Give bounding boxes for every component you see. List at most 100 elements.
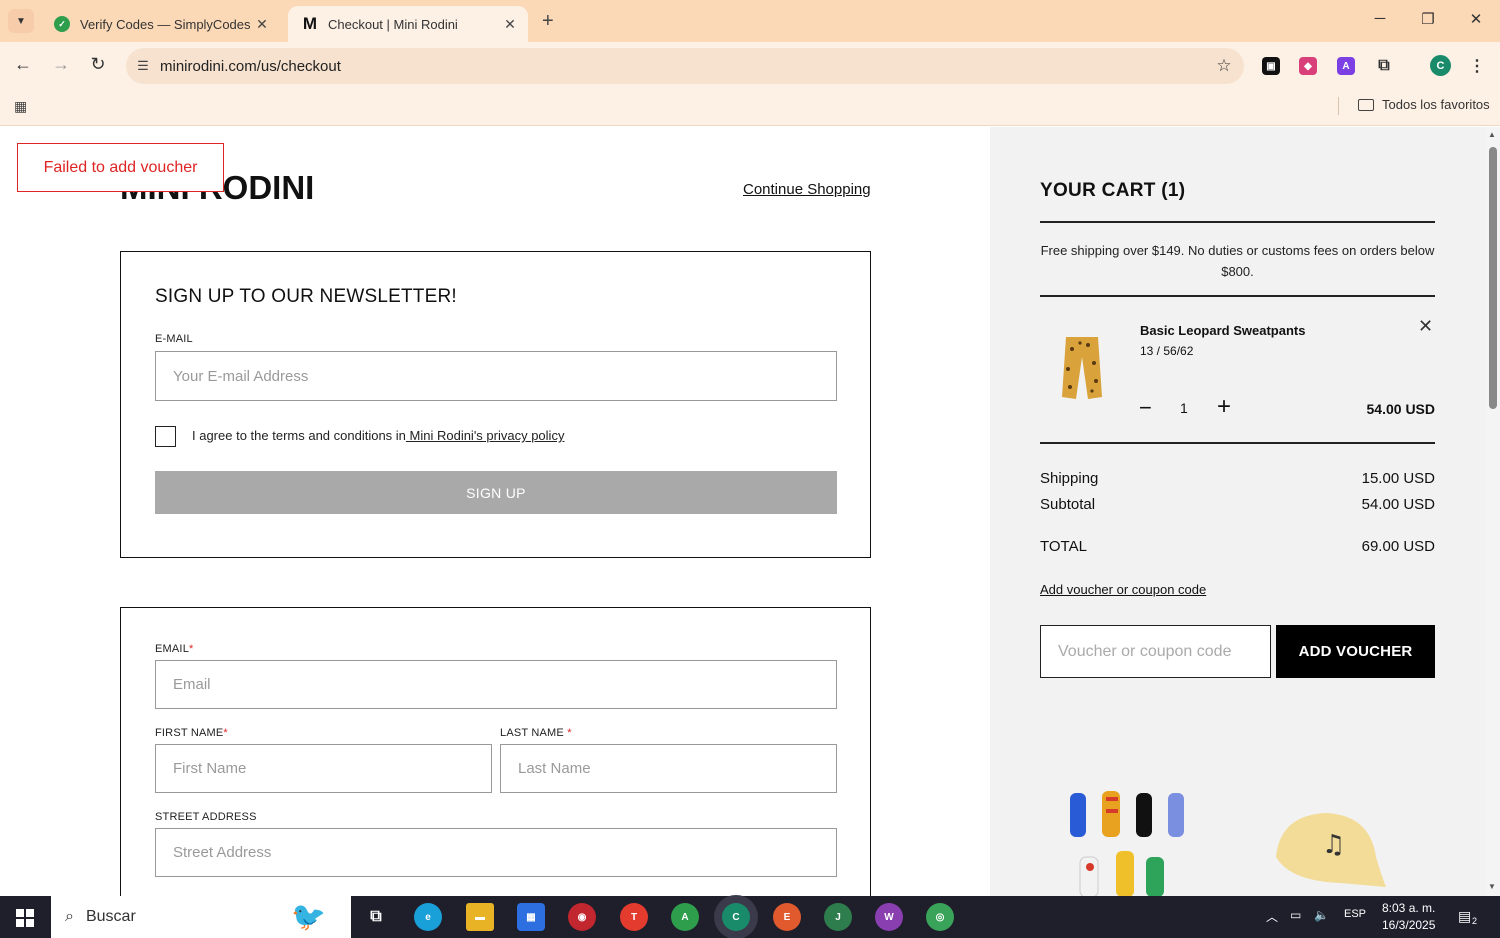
tab-search-button[interactable]: ▼: [8, 9, 34, 33]
total-value: 69.00 USD: [1361, 538, 1435, 555]
volume-icon[interactable]: 🔈: [1314, 908, 1329, 922]
minimize-icon[interactable]: ─: [1360, 10, 1400, 27]
address-form-box: EMAIL* Email FIRST NAME* First Name LAST…: [120, 607, 871, 896]
close-tab-icon[interactable]: ✕: [502, 16, 518, 33]
close-window-icon[interactable]: ✕: [1456, 10, 1496, 28]
remove-item-icon[interactable]: ✕: [1418, 316, 1433, 337]
continue-shopping-link[interactable]: Continue Shopping: [743, 181, 871, 198]
chrome-icon[interactable]: ◎: [926, 903, 954, 931]
bookmarks-divider: [1338, 97, 1339, 115]
taskbar-search[interactable]: ⌕ Buscar 🐦: [51, 896, 351, 938]
newsletter-title: SIGN UP TO OUR NEWSLETTER!: [155, 286, 457, 307]
reload-icon[interactable]: ↻: [86, 54, 110, 75]
clock[interactable]: 8:03 a. m. 16/3/2025: [1382, 900, 1435, 934]
all-bookmarks-folder[interactable]: Todos los favoritos: [1358, 97, 1490, 112]
all-bookmarks-label: Todos los favoritos: [1382, 97, 1490, 112]
bookmark-star-icon[interactable]: ☆: [1204, 56, 1244, 76]
product-price: 54.00 USD: [1366, 401, 1435, 417]
newsletter-box: SIGN UP TO OUR NEWSLETTER! E-MAIL Your E…: [120, 251, 871, 558]
mini-rodini-favicon-icon: M: [302, 14, 318, 33]
app-icon[interactable]: ◉: [568, 903, 596, 931]
chrome-profile-j-icon[interactable]: J: [824, 903, 852, 931]
add-voucher-button[interactable]: ADD VOUCHER: [1276, 625, 1435, 678]
divider: [1040, 442, 1435, 444]
network-icon[interactable]: ▭: [1290, 908, 1301, 922]
notification-count: 2: [1472, 916, 1478, 926]
store-icon[interactable]: ▦: [517, 903, 545, 931]
privacy-policy-link[interactable]: Mini Rodini's privacy policy: [406, 428, 565, 443]
extension-icon[interactable]: A: [1337, 57, 1355, 75]
search-icon: ⌕: [65, 908, 74, 925]
chrome-profile-c-icon[interactable]: C: [722, 903, 750, 931]
url-text[interactable]: minirodini.com/us/checkout: [160, 58, 1204, 75]
windows-start-icon[interactable]: [16, 909, 34, 927]
divider: [1040, 295, 1435, 297]
shipping-label: Shipping: [1040, 470, 1099, 487]
error-toast: Failed to add voucher: [17, 143, 224, 192]
socks-product-image[interactable]: [1060, 787, 1200, 896]
shipping-row: Shipping 15.00 USD: [1040, 470, 1435, 487]
chrome-profile-e-icon[interactable]: E: [773, 903, 801, 931]
file-explorer-icon[interactable]: ▬: [466, 903, 494, 931]
clock-time: 8:03 a. m.: [1382, 901, 1436, 915]
subtotal-label: Subtotal: [1040, 496, 1096, 513]
newsletter-email-input[interactable]: Your E-mail Address: [155, 351, 837, 401]
chrome-profile-w-icon[interactable]: W: [875, 903, 903, 931]
last-name-field[interactable]: Last Name: [500, 744, 837, 793]
cart-panel: YOUR CART (1) Free shipping over $149. N…: [990, 127, 1486, 896]
extension-icon[interactable]: ◆: [1299, 57, 1317, 75]
close-tab-icon[interactable]: ✕: [254, 16, 270, 33]
quantity-value: 1: [1180, 400, 1188, 416]
total-label: TOTAL: [1040, 538, 1087, 555]
page-scrollbar[interactable]: ▲ ▼: [1486, 127, 1500, 896]
voucher-input[interactable]: Voucher or coupon code: [1040, 625, 1271, 678]
cap-product-image[interactable]: ♫: [1270, 807, 1390, 896]
new-tab-icon[interactable]: +: [542, 10, 554, 33]
maximize-icon[interactable]: ❐: [1408, 10, 1448, 28]
extensions-puzzle-icon[interactable]: ⧉: [1375, 57, 1393, 75]
terms-text: I agree to the terms and conditions in M…: [192, 428, 564, 443]
language-indicator[interactable]: ESP: [1344, 908, 1366, 920]
tab-title: Verify Codes — SimplyCodes: [80, 16, 251, 32]
scroll-down-icon[interactable]: ▼: [1488, 882, 1496, 891]
product-image[interactable]: [1058, 333, 1106, 405]
terms-label: I agree to the terms and conditions in: [192, 428, 406, 443]
street-address-field[interactable]: Street Address: [155, 828, 837, 877]
street-address-label: STREET ADDRESS: [155, 811, 257, 823]
task-view-icon[interactable]: ⧉: [362, 903, 390, 931]
notifications-icon[interactable]: ▤: [1458, 908, 1471, 925]
first-name-label: FIRST NAME*: [155, 727, 228, 739]
product-name[interactable]: Basic Leopard Sweatpants: [1140, 323, 1305, 338]
scrollbar-thumb[interactable]: [1489, 147, 1497, 409]
folder-icon: [1358, 98, 1374, 111]
chrome-profile-t-icon[interactable]: T: [620, 903, 648, 931]
site-info-icon[interactable]: ☰: [126, 58, 160, 74]
tab-checkout[interactable]: M Checkout | Mini Rodini ✕: [288, 6, 528, 42]
profile-avatar[interactable]: C: [1430, 55, 1451, 76]
add-voucher-link[interactable]: Add voucher or coupon code: [1040, 582, 1206, 597]
chrome-profile-a-icon[interactable]: A: [671, 903, 699, 931]
clock-date: 16/3/2025: [1382, 918, 1436, 932]
first-name-field[interactable]: First Name: [155, 744, 492, 793]
browser-toolbar: ← → ↻ ☰ minirodini.com/us/checkout ☆ ▣ ◆…: [0, 42, 1500, 90]
menu-kebab-icon[interactable]: ⋮: [1468, 57, 1486, 75]
tab-simplycodes[interactable]: ✓ Verify Codes — SimplyCodes ✕: [40, 6, 280, 42]
apps-grid-icon[interactable]: ▦: [14, 98, 27, 115]
divider: [1040, 221, 1435, 223]
quantity-decrease-icon[interactable]: −: [1139, 395, 1152, 421]
forward-icon[interactable]: →: [49, 54, 73, 75]
tab-bar: ▼ ✓ Verify Codes — SimplyCodes ✕ M Check…: [0, 0, 1500, 42]
terms-checkbox[interactable]: [155, 426, 176, 447]
signup-button[interactable]: SIGN UP: [155, 471, 837, 514]
back-icon[interactable]: ←: [11, 54, 35, 75]
subtotal-value: 54.00 USD: [1361, 496, 1435, 513]
edge-icon[interactable]: e: [414, 903, 442, 931]
email-field[interactable]: Email: [155, 660, 837, 709]
extension-icon[interactable]: ▣: [1262, 57, 1280, 75]
tray-chevron-icon[interactable]: ︿: [1266, 908, 1278, 925]
address-bar[interactable]: ☰ minirodini.com/us/checkout ☆: [126, 48, 1244, 84]
scroll-up-icon[interactable]: ▲: [1488, 130, 1496, 139]
cart-title: YOUR CART (1): [1040, 180, 1186, 201]
quantity-increase-icon[interactable]: +: [1217, 393, 1231, 421]
shipping-note: Free shipping over $149. No duties or cu…: [1040, 243, 1435, 279]
